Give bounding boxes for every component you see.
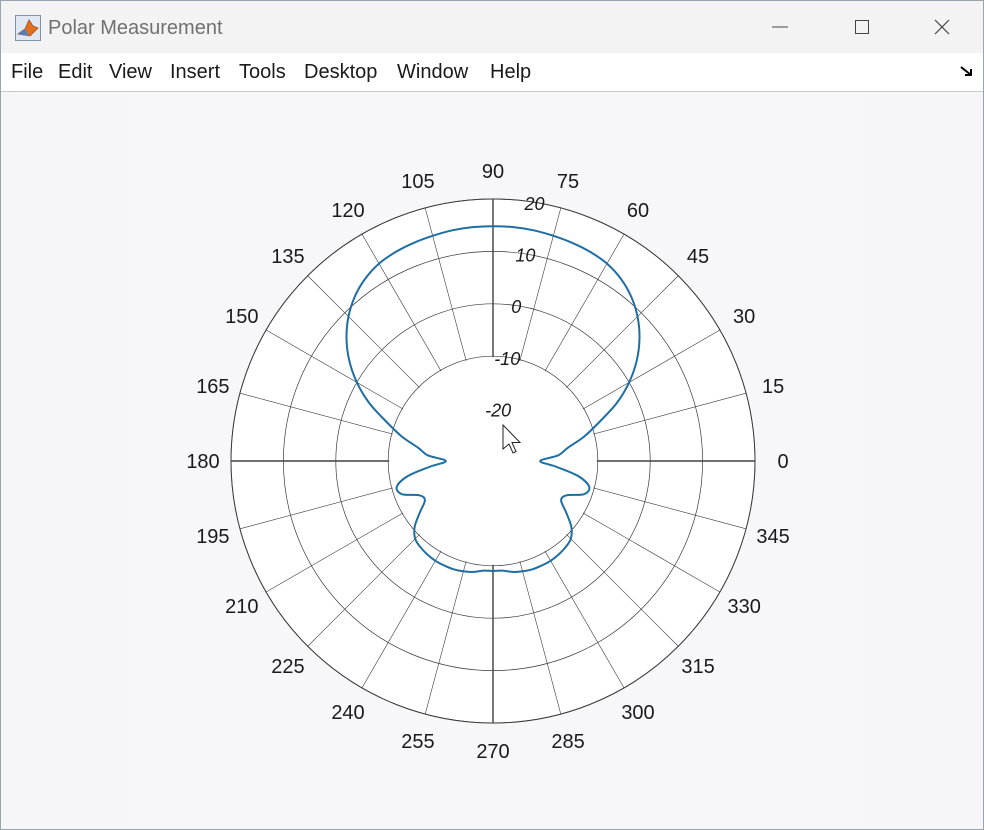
menu-file[interactable]: File (11, 61, 43, 84)
angle-tick-label: 15 (762, 376, 784, 398)
menu-insert[interactable]: Insert (170, 61, 220, 84)
minimize-icon (772, 26, 788, 28)
radial-tick-label: -20 (485, 400, 511, 420)
angle-tick-label: 255 (401, 731, 434, 753)
angle-tick-label: 135 (271, 246, 304, 268)
angle-tick-label: 270 (476, 741, 509, 763)
radial-tick-label: -10 (494, 349, 520, 369)
maximize-icon (855, 20, 869, 34)
angle-tick-label: 240 (331, 702, 364, 724)
menu-tools[interactable]: Tools (239, 61, 286, 84)
minimize-button[interactable] (739, 1, 821, 53)
title-bar[interactable]: Polar Measurement (1, 1, 983, 53)
angle-tick-label: 30 (733, 306, 755, 328)
angle-tick-label: 330 (727, 596, 760, 618)
maximize-button[interactable] (821, 1, 903, 53)
menu-window[interactable]: Window (397, 61, 468, 84)
radial-tick-label: 0 (511, 297, 521, 317)
close-icon (934, 19, 950, 35)
menu-help[interactable]: Help (490, 61, 531, 84)
angle-tick-label: 315 (681, 656, 714, 678)
matlab-figure-icon (15, 15, 41, 41)
radial-tick-label: 20 (523, 194, 544, 214)
angle-tick-label: 165 (196, 376, 229, 398)
angle-tick-label: 285 (551, 731, 584, 753)
angle-tick-label: 45 (687, 246, 709, 268)
window-title: Polar Measurement (48, 17, 223, 39)
angle-tick-label: 345 (756, 526, 789, 548)
angle-tick-label: 195 (196, 526, 229, 548)
polar-inner-disc (389, 357, 597, 565)
menu-view[interactable]: View (109, 61, 152, 84)
figure-window: Polar Measurement File Edit View Insert … (0, 0, 984, 830)
menu-edit[interactable]: Edit (58, 61, 92, 84)
angle-tick-label: 300 (621, 702, 654, 724)
angle-tick-label: 60 (627, 200, 649, 222)
menu-bar: File Edit View Insert Tools Desktop Wind… (1, 53, 983, 92)
menu-desktop[interactable]: Desktop (304, 61, 377, 84)
angle-tick-label: 225 (271, 656, 304, 678)
angle-tick-label: 120 (331, 200, 364, 222)
polar-plot[interactable]: 0 15 30 45 60 75 90 105 120 135 150 165 180 195 210 225… (1, 92, 983, 829)
angle-tick-label: 180 (186, 451, 219, 473)
close-button[interactable] (901, 1, 983, 53)
angle-tick-label: 0 (777, 451, 788, 473)
radial-tick-label: 10 (515, 246, 535, 266)
angle-tick-label: 105 (401, 171, 434, 193)
angle-tick-label: 90 (482, 161, 504, 183)
angle-tick-label: 75 (557, 171, 579, 193)
dock-figure-icon[interactable] (959, 65, 975, 84)
angle-tick-label: 210 (225, 596, 258, 618)
angle-tick-label: 150 (225, 306, 258, 328)
figure-canvas: 0 15 30 45 60 75 90 105 120 135 150 165 180 195 210 225… (1, 92, 983, 829)
